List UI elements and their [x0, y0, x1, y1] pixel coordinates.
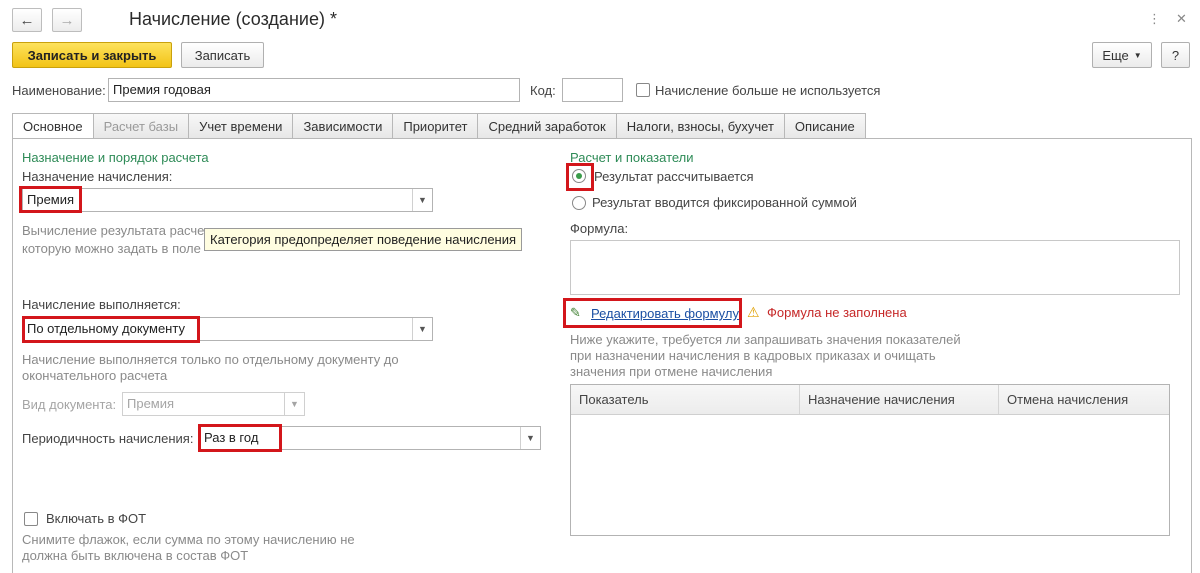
pencil-icon: ✎ [570, 305, 581, 320]
arrow-right-icon: → [59, 11, 75, 29]
radio-calculated-label: Результат рассчитывается [594, 169, 754, 184]
window-title: Начисление (создание) * [129, 9, 337, 29]
column-indicator[interactable]: Показатель [571, 385, 800, 414]
table-header: Показатель Назначение начисления Отмена … [571, 385, 1169, 415]
edit-formula-link[interactable]: Редактировать формулу [591, 306, 739, 321]
tab-time-accounting[interactable]: Учет времени [189, 113, 294, 139]
formula-textarea[interactable] [570, 240, 1180, 295]
executed-hint-line-2: окончательного расчета [22, 368, 168, 383]
indicators-hint-line-3: значения при отмене начисления [570, 364, 773, 379]
purpose-hint-line-2: которую можно задать в поле [22, 241, 201, 256]
more-icon[interactable]: ⋮ [1148, 11, 1162, 27]
tab-bar: Основное Расчет базы Учет времени Зависи… [12, 113, 866, 139]
purpose-hint-line-1: Вычисление результата расче [22, 223, 205, 238]
column-cancellation[interactable]: Отмена начисления [999, 385, 1169, 414]
dropdown-arrow-icon[interactable]: ▼ [520, 427, 540, 449]
dropdown-arrow-icon: ▼ [284, 393, 304, 415]
not-used-label: Начисление больше не используется [655, 83, 881, 98]
purpose-select[interactable]: Премия ▼ [22, 188, 433, 212]
executed-select[interactable]: По отдельному документу ▼ [22, 317, 433, 341]
radio-selected-dot-icon [576, 173, 582, 179]
include-fot-label: Включать в ФОТ [46, 511, 147, 526]
periodicity-label: Периодичность начисления: [22, 431, 194, 446]
formula-label: Формула: [570, 221, 629, 236]
calc-group-title: Расчет и показатели [570, 150, 694, 165]
executed-label: Начисление выполняется: [22, 297, 181, 312]
radio-fixed[interactable] [572, 196, 586, 210]
doc-type-value: Премия [127, 396, 175, 411]
warning-icon: ⚠ [747, 304, 760, 320]
more-actions-label: Еще [1102, 47, 1129, 63]
save-and-close-button[interactable]: Записать и закрыть [12, 42, 172, 68]
back-button[interactable]: ← [12, 8, 42, 32]
tab-taxes[interactable]: Налоги, взносы, бухучет [616, 113, 785, 139]
formula-warning: Формула не заполнена [767, 305, 907, 320]
tab-base-calculation[interactable]: Расчет базы [93, 113, 190, 139]
tab-priority[interactable]: Приоритет [393, 113, 479, 139]
forward-button[interactable]: → [52, 8, 82, 32]
code-label: Код: [530, 83, 556, 98]
not-used-checkbox[interactable] [636, 83, 650, 97]
dropdown-arrow-icon[interactable]: ▼ [412, 318, 432, 340]
tab-description[interactable]: Описание [784, 113, 866, 139]
chevron-down-icon: ▼ [1133, 50, 1142, 60]
purpose-label: Назначение начисления: [22, 169, 173, 184]
purpose-value: Премия [27, 192, 75, 207]
purpose-group-title: Назначение и порядок расчета [22, 150, 209, 165]
tab-average-earnings[interactable]: Средний заработок [478, 113, 617, 139]
name-input[interactable]: Премия годовая [108, 78, 520, 102]
radio-calculated[interactable] [572, 169, 586, 183]
column-assignment[interactable]: Назначение начисления [800, 385, 999, 414]
code-input[interactable] [562, 78, 623, 102]
save-button[interactable]: Записать [181, 42, 264, 68]
doc-type-label: Вид документа: [22, 397, 117, 412]
category-tooltip: Категория предопределяет поведение начис… [204, 228, 523, 251]
help-button[interactable]: ? [1161, 42, 1190, 68]
include-fot-checkbox[interactable] [24, 512, 38, 526]
periodicity-select[interactable]: Раз в год ▼ [199, 426, 541, 450]
executed-value: По отдельному документу [27, 321, 185, 336]
dropdown-arrow-icon[interactable]: ▼ [412, 189, 432, 211]
tab-dependencies[interactable]: Зависимости [293, 113, 394, 139]
name-label: Наименование: [12, 83, 106, 98]
indicators-table[interactable]: Показатель Назначение начисления Отмена … [570, 384, 1170, 536]
close-icon[interactable]: ✕ [1176, 11, 1188, 27]
fot-hint-line-2: должна быть включена в состав ФОТ [22, 548, 249, 563]
more-actions-button[interactable]: Еще ▼ [1092, 42, 1152, 68]
arrow-left-icon: ← [19, 11, 35, 29]
periodicity-value: Раз в год [204, 430, 259, 445]
doc-type-select: Премия ▼ [122, 392, 305, 416]
tab-main[interactable]: Основное [12, 113, 94, 139]
radio-fixed-label: Результат вводится фиксированной суммой [592, 195, 857, 210]
